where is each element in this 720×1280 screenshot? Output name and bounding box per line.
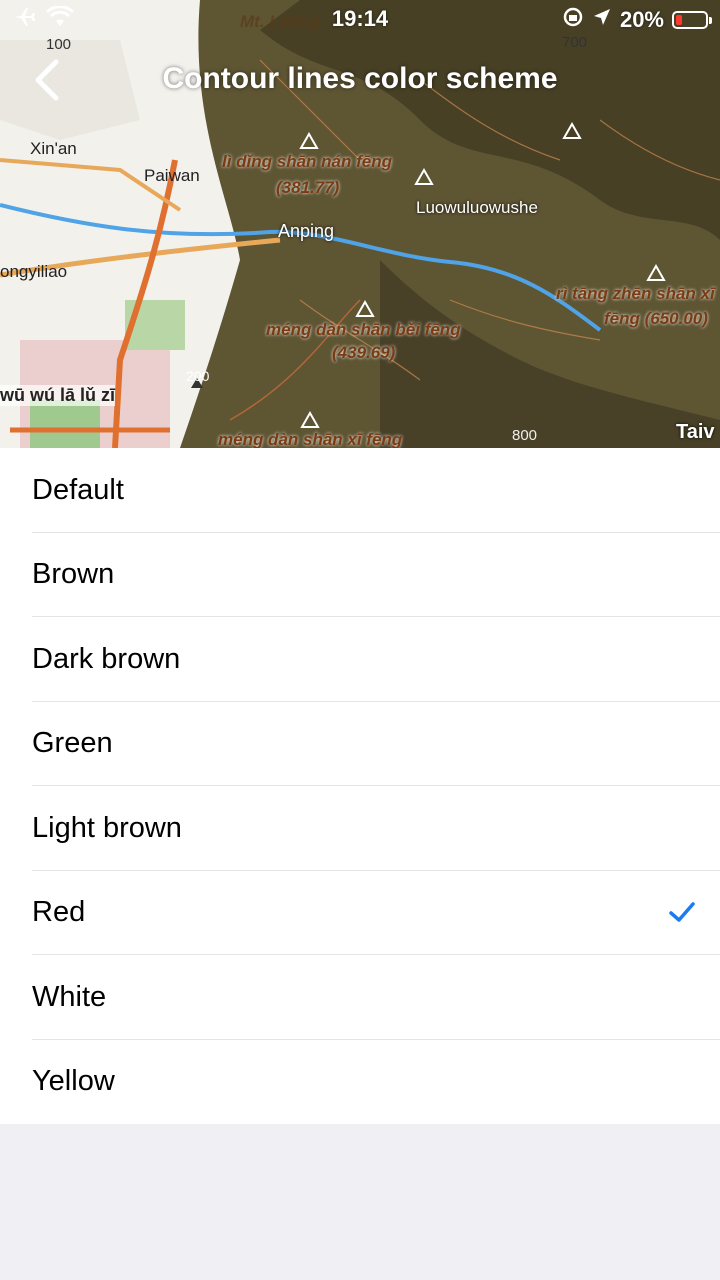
option-label: Dark brown — [32, 642, 181, 675]
map-label-elev-200: 200 — [186, 368, 210, 384]
map-label-xinan: Xin'an — [30, 139, 77, 158]
color-scheme-list: Default Brown Dark brown Green Light brown Re… — [0, 448, 720, 1124]
option-row-dark-brown[interactable]: Dark brown — [0, 617, 720, 702]
option-row-default[interactable]: Default — [0, 448, 720, 533]
page-title: Contour lines color scheme — [162, 62, 558, 95]
map-label-paiwan: Paiwan — [144, 166, 200, 185]
option-label: Red — [32, 896, 86, 929]
map-label-peak4-name: méng dàn shān xī fēng — [218, 430, 403, 448]
map-label-elev-800: 800 — [512, 427, 538, 444]
option-row-white[interactable]: White — [0, 955, 720, 1040]
map-label-ongyiliao: ongyiliao — [0, 262, 68, 281]
map-label-road-name: wū wú lā lǔ zī — [0, 385, 116, 406]
option-row-green[interactable]: Green — [0, 702, 720, 786]
map-label-taiw: Taiv — [676, 421, 715, 443]
map-label-luowuluowushe: Luowuluowushe — [416, 198, 538, 217]
map-label-peak2-elev: fēng (650.00) — [604, 309, 708, 328]
option-label: Brown — [32, 558, 115, 591]
map-label-peak2-name: rì tāng zhēn shān xī — [556, 284, 715, 303]
option-label: White — [32, 980, 107, 1013]
navigation-bar: Contour lines color scheme — [0, 50, 720, 110]
map-label-peak1-name: lì dǐng shān nán fēng — [222, 152, 392, 171]
option-row-yellow[interactable]: Yellow — [0, 1040, 720, 1125]
option-label: Default — [32, 473, 124, 506]
map-label-peak3-elev: (439.69) — [332, 343, 396, 362]
option-label: Light brown — [32, 811, 182, 844]
option-row-brown[interactable]: Brown — [0, 533, 720, 617]
option-label: Yellow — [32, 1065, 115, 1098]
map-label-peak3-name: méng dàn shān běi fēng — [266, 320, 461, 339]
checkmark-icon — [669, 901, 695, 922]
status-bar: 19:14 20% — [0, 0, 720, 40]
option-label: Green — [32, 727, 113, 760]
battery-icon — [672, 11, 712, 29]
battery-fill — [676, 15, 682, 25]
location-arrow-icon — [592, 7, 612, 33]
map-label-anping: Anping — [278, 221, 335, 241]
map-label-peak1-elev: (381.77) — [276, 178, 340, 197]
option-row-red[interactable]: Red — [0, 871, 720, 955]
battery-percent: 20% — [619, 7, 664, 32]
rotation-lock-icon — [562, 6, 584, 34]
option-row-light-brown[interactable]: Light brown — [0, 786, 720, 871]
